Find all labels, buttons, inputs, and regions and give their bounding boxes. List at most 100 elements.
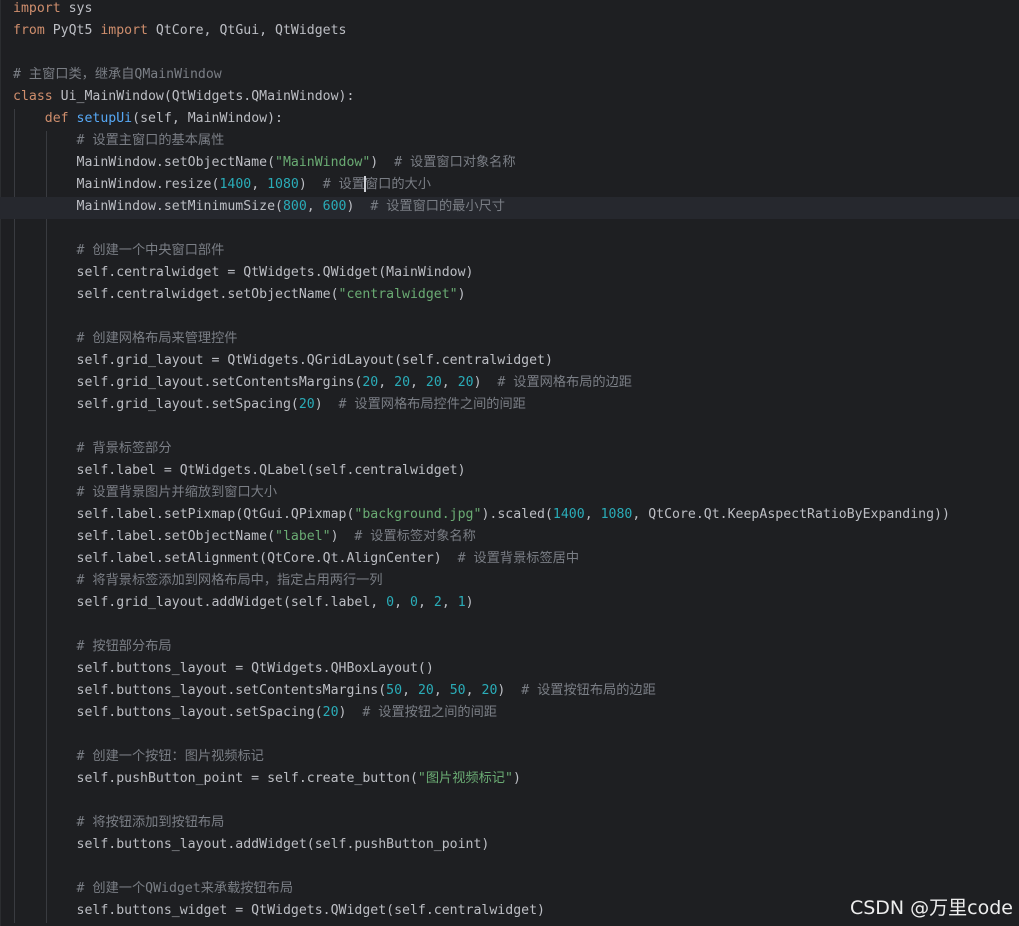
code-keyword: from: [13, 23, 45, 38]
code-line[interactable]: # 设置主窗口的基本属性: [13, 131, 225, 153]
code-token: ,: [441, 375, 458, 390]
code-token: ): [338, 705, 363, 720]
code-token: ,: [417, 595, 434, 610]
code-comment: # 设置标签对象名称: [354, 529, 476, 544]
code-line[interactable]: self.centralwidget = QtWidgets.QWidget(M…: [13, 263, 474, 285]
code-token: ,: [378, 375, 395, 390]
code-line[interactable]: # 将按钮添加到按钮布局: [13, 813, 225, 835]
code-number: 20: [481, 683, 498, 698]
code-token: self.centralwidget = QtWidgets.QWidget(M…: [13, 265, 474, 280]
code-comment: # 主窗口类，继承自QMainWindow: [13, 67, 222, 82]
code-token: ): [457, 287, 466, 302]
code-string: "图片视频标记": [417, 771, 513, 786]
code-line[interactable]: from PyQt5 import QtCore, QtGui, QtWidge…: [13, 21, 346, 43]
code-line[interactable]: self.grid_layout.setContentsMargins(20, …: [13, 373, 632, 395]
code-line[interactable]: MainWindow.resize(1400, 1080) # 设置窗口的大小: [13, 175, 431, 197]
code-line[interactable]: class Ui_MainWindow(QtWidgets.QMainWindo…: [13, 87, 354, 109]
code-token: self.centralwidget.setObjectName(: [13, 287, 339, 302]
code-token: ,: [433, 683, 450, 698]
code-line[interactable]: # 创建网格布局来管理控件: [13, 329, 238, 351]
code-line[interactable]: import sys: [13, 0, 92, 21]
code-token: ,: [251, 177, 268, 192]
code-line[interactable]: self.centralwidget.setObjectName("centra…: [13, 285, 466, 307]
code-line[interactable]: MainWindow.setObjectName("MainWindow") #…: [13, 153, 516, 175]
code-token: MainWindow.resize(: [13, 177, 220, 192]
code-number: 1400: [552, 507, 585, 522]
code-token: ): [330, 529, 355, 544]
code-editor[interactable]: import sys from PyQt5 import QtCore, QtGu…: [0, 0, 1019, 926]
code-line[interactable]: # 创建一个中央窗口部件: [13, 241, 225, 263]
code-line[interactable]: self.buttons_widget = QtWidgets.QWidget(…: [13, 901, 545, 923]
code-token: self.grid_layout.setContentsMargins(: [13, 375, 363, 390]
code-line[interactable]: # 按钮部分布局: [13, 637, 172, 659]
code-line[interactable]: MainWindow.setMinimumSize(800, 600) # 设置…: [13, 197, 505, 219]
code-number: 0: [386, 595, 395, 610]
code-line[interactable]: self.buttons_layout.setContentsMargins( 5…: [13, 681, 656, 703]
code-line[interactable]: self.grid_layout.addWidget(self.label, 0…: [13, 593, 474, 615]
code-token: ,: [410, 375, 426, 390]
code-token: self.label.setPixmap(QtGui.QPixmap(: [13, 507, 355, 522]
code-line[interactable]: # 将背景标签添加到网格布局中，指定占用两行一列: [13, 571, 383, 593]
code-line[interactable]: self.grid_layout = QtWidgets.QGridLayout…: [13, 351, 553, 373]
code-token: , QtCore.Qt.KeepAspectRatioByExpanding)): [632, 507, 950, 522]
code-comment: # 将按钮添加到按钮布局: [76, 815, 225, 830]
code-token: self.grid_layout = QtWidgets.QGridLayout…: [13, 353, 553, 368]
code-number: 20: [362, 375, 379, 390]
code-number: 20: [322, 705, 339, 720]
code-token: ,: [306, 199, 323, 214]
code-comment: # 设置背景图片并缩放到窗口大小: [76, 485, 278, 500]
code-token: ,: [402, 683, 418, 698]
code-comment: # 设置按钮之间的间距: [362, 705, 497, 720]
code-line[interactable]: self.grid_layout.setSpacing(20) # 设置网格布局…: [13, 395, 526, 417]
code-line[interactable]: # 背景标签部分: [13, 439, 172, 461]
code-line[interactable]: self.buttons_layout = QtWidgets.QHBoxLay…: [13, 659, 434, 681]
code-token: ): [473, 375, 498, 390]
code-number: 20: [457, 375, 474, 390]
code-token: self.buttons_widget = QtWidgets.QWidget(…: [13, 903, 545, 918]
code-line[interactable]: # 主窗口类，继承自QMainWindow: [13, 65, 222, 87]
code-keyword: import: [13, 1, 61, 16]
code-number: 0: [410, 595, 418, 610]
code-line[interactable]: self.pushButton_point = self.create_butt…: [13, 769, 521, 791]
code-token: self.grid_layout.addWidget(self.label,: [13, 595, 387, 610]
code-line[interactable]: # 设置背景图片并缩放到窗口大小: [13, 483, 278, 505]
code-number: 1400: [219, 177, 252, 192]
code-line[interactable]: self.label.setObjectName("label") # 设置标签…: [13, 527, 476, 549]
code-line[interactable]: self.label = QtWidgets.QLabel(self.centr…: [13, 461, 466, 483]
code-number: 20: [298, 397, 315, 412]
code-number: 600: [322, 199, 347, 214]
code-line[interactable]: self.label.setPixmap(QtGui.QPixmap("back…: [13, 505, 950, 527]
code-line[interactable]: def setupUi(self, MainWindow):: [13, 109, 283, 131]
code-comment: # 背景标签部分: [76, 441, 172, 456]
code-token: self.label.setObjectName(: [13, 529, 276, 544]
code-number: 1080: [267, 177, 299, 192]
code-number: 20: [394, 375, 411, 390]
code-comment: # 创建一个QWidget来承载按钮布局: [76, 881, 294, 896]
code-comment: # 设置窗口的最小尺寸: [370, 199, 505, 214]
code-token: QtCore, QtGui, QtWidgets: [147, 23, 347, 38]
code-string: "centralwidget": [338, 287, 458, 302]
code-token: ): [298, 177, 323, 192]
code-token: self.buttons_layout.setContentsMargins(: [13, 683, 387, 698]
code-line[interactable]: self.buttons_layout.setSpacing(20) # 设置按…: [13, 703, 497, 725]
code-token: MainWindow.setMinimumSize(: [13, 199, 283, 214]
watermark: CSDN @万里code: [849, 897, 1013, 919]
code-comment: # 设置主窗口的基本属性: [76, 133, 225, 148]
code-token: self.buttons_layout.addWidget(self.pushB…: [13, 837, 490, 852]
code-line[interactable]: self.buttons_layout.addWidget(self.pushB…: [13, 835, 490, 857]
code-token: ): [314, 397, 339, 412]
code-token: ,: [394, 595, 411, 610]
code-number: 50: [449, 683, 466, 698]
code-token: self.buttons_layout = QtWidgets.QHBoxLay…: [13, 661, 434, 676]
code-line[interactable]: self.label.setAlignment(QtCore.Qt.AlignC…: [13, 549, 580, 571]
code-line[interactable]: # 创建一个QWidget来承载按钮布局: [13, 879, 294, 901]
code-line[interactable]: # 创建一个按钮：图片视频标记: [13, 747, 264, 769]
